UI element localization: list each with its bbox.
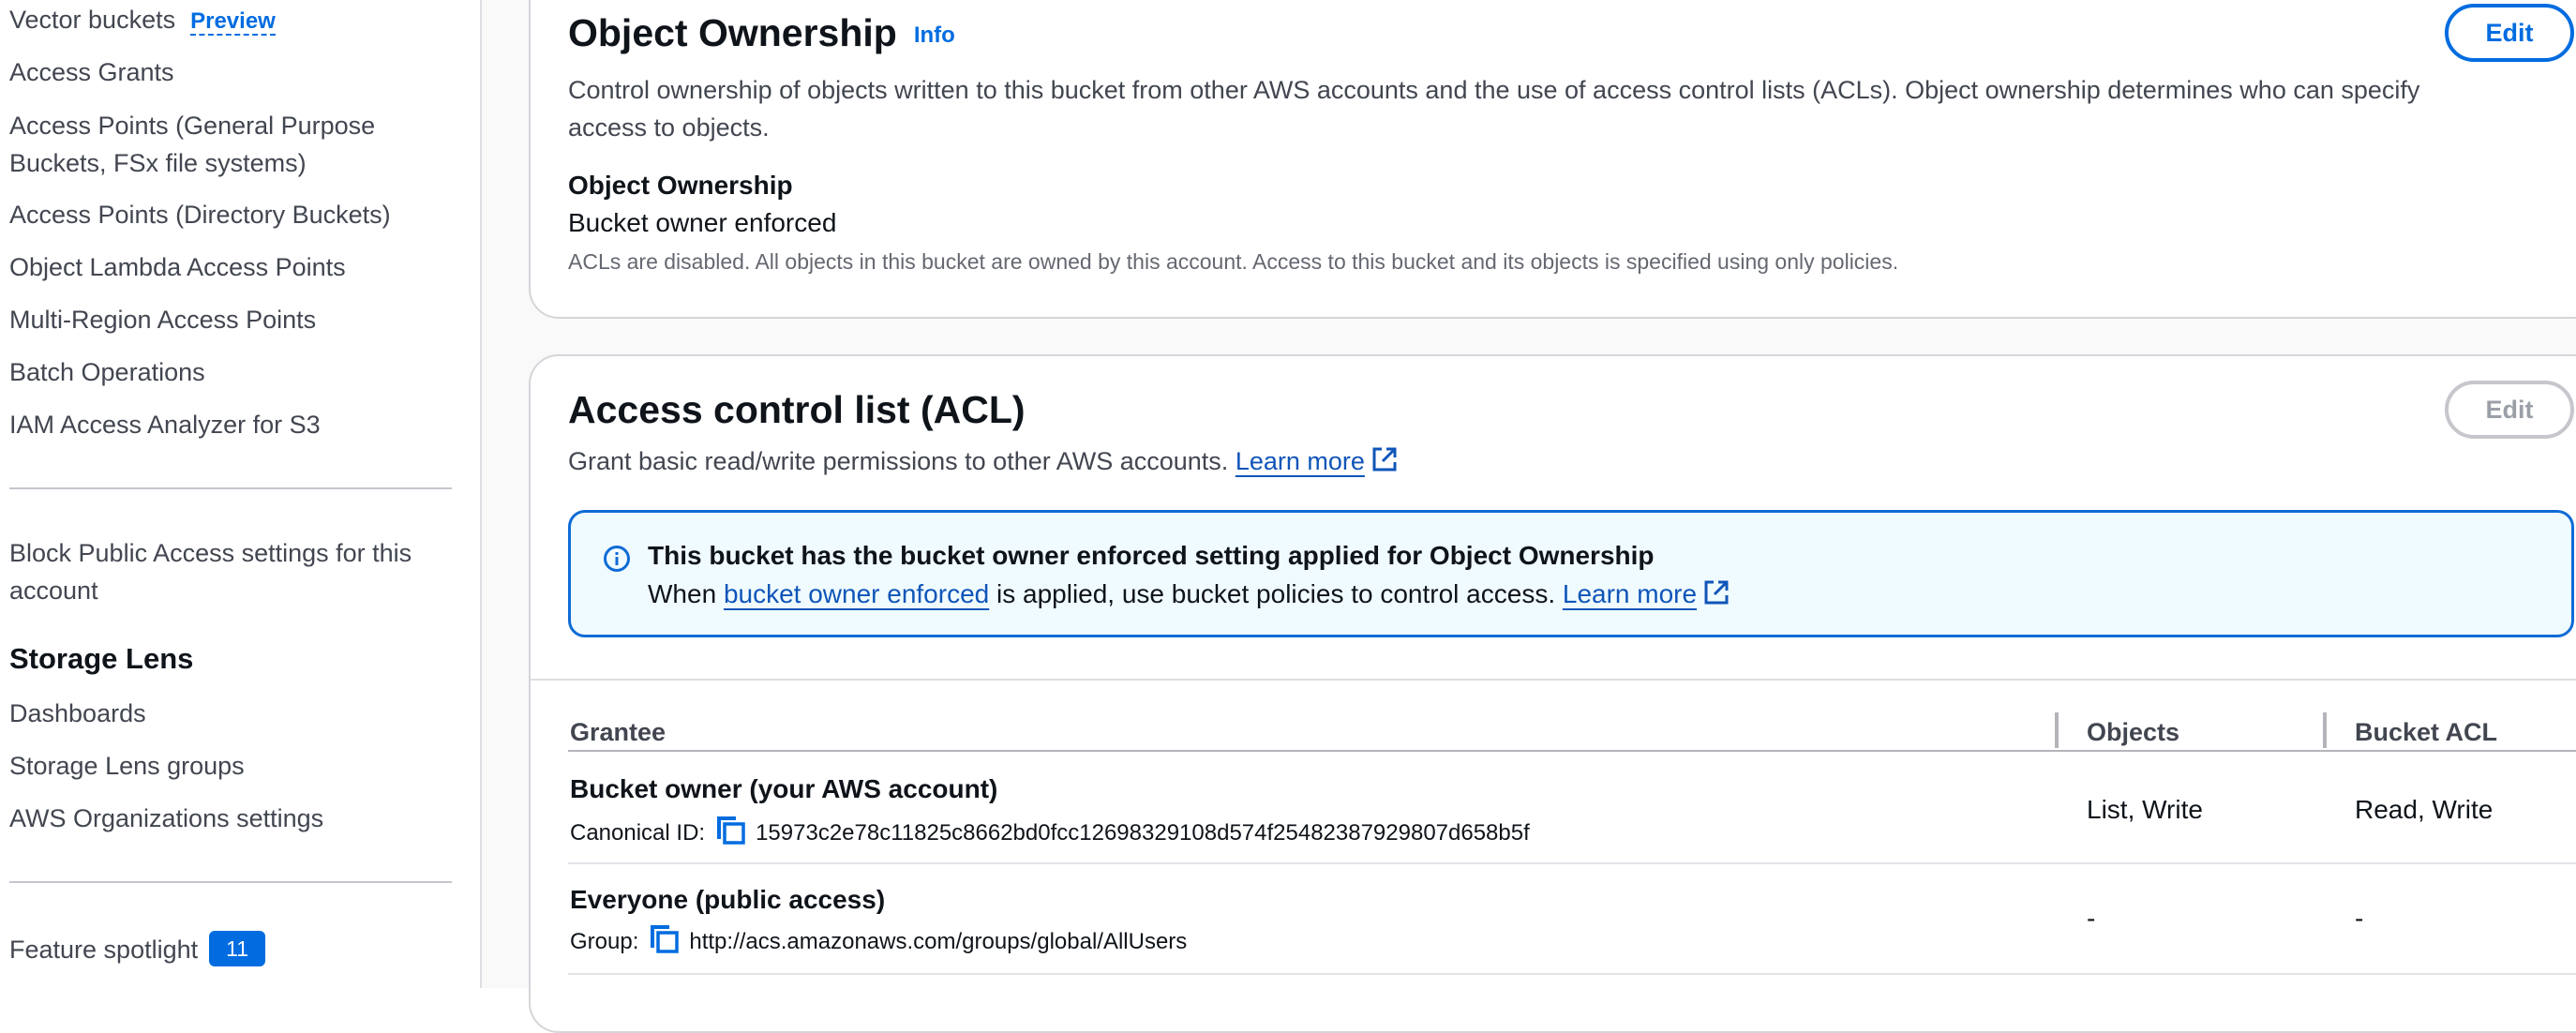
- ownership-field-label: Object Ownership: [568, 171, 793, 200]
- column-resizer[interactable]: [2055, 712, 2059, 748]
- sidebar-item-label: Vector buckets: [9, 6, 176, 34]
- sidebar-item-label: Access Points (General Purpose: [9, 112, 376, 140]
- info-alert: This bucket has the bucket owner enforce…: [568, 510, 2574, 637]
- sidebar-item-dashboards[interactable]: Dashboards: [9, 697, 146, 729]
- sidebar-item-feature-spotlight[interactable]: Feature spotlight 11: [9, 931, 266, 966]
- acl-heading: Access control list (ACL): [568, 388, 1026, 431]
- section-title: Object Ownership: [568, 11, 897, 54]
- sidebar-item-label: Buckets, FSx file systems): [9, 149, 307, 177]
- acl-card: Access control list (ACL) Edit Grant bas…: [529, 354, 2576, 1033]
- external-link-icon: [1702, 578, 1730, 613]
- bucket-acl-permission: Read, Write: [2355, 795, 2494, 824]
- grantee-name: Bucket owner (your AWS account): [570, 774, 998, 803]
- id-label: Canonical ID:: [570, 820, 706, 846]
- copy-icon[interactable]: [714, 814, 746, 852]
- acl-description: Grant basic read/write permissions to ot…: [568, 442, 1399, 484]
- copy-icon[interactable]: [648, 922, 680, 961]
- description-text: Grant basic read/write permissions to ot…: [568, 447, 1229, 475]
- column-resizer[interactable]: [2323, 712, 2327, 748]
- learn-more-link[interactable]: Learn more: [1236, 447, 1365, 475]
- table-header-border: [568, 750, 2576, 752]
- id-value: http://acs.amazonaws.com/groups/global/A…: [689, 929, 1188, 954]
- info-circle-icon: [603, 545, 631, 577]
- object-ownership-heading: Object Ownership Info: [568, 11, 955, 55]
- sidebar-divider: [9, 487, 452, 489]
- sidebar-item-aws-org-settings[interactable]: AWS Organizations settings: [9, 802, 323, 834]
- alert-text: When: [648, 579, 717, 608]
- objects-permission: List, Write: [2087, 795, 2203, 824]
- grantee-name: Everyone (public access): [570, 885, 886, 914]
- notification-count-badge: 11: [209, 931, 266, 966]
- sidebar-item-label: account: [9, 576, 98, 605]
- sidebar-item-storage-lens-groups[interactable]: Storage Lens groups: [9, 750, 245, 782]
- external-link-icon: [1370, 445, 1399, 484]
- sidebar-item-iam-analyzer[interactable]: IAM Access Analyzer for S3: [9, 409, 321, 441]
- sidebar-item-access-grants[interactable]: Access Grants: [9, 56, 174, 88]
- column-header-grantee: Grantee: [570, 718, 666, 746]
- id-label: Group:: [570, 929, 639, 954]
- bucket-acl-permission: -: [2355, 904, 2364, 933]
- sidebar-item-block-public-access[interactable]: Block Public Access settings for this ac…: [9, 534, 412, 609]
- sidebar-item-batch-operations[interactable]: Batch Operations: [9, 356, 205, 388]
- row-divider: [568, 862, 2576, 864]
- ownership-field-value: Bucket owner enforced: [568, 208, 837, 237]
- grantee-id: Canonical ID: 15973c2e78c11825c8662bd0fc…: [570, 814, 1530, 852]
- description-line: Control ownership of objects written to …: [568, 76, 2420, 104]
- acl-edit-button[interactable]: Edit: [2445, 381, 2574, 439]
- column-header-bucket-acl: Bucket ACL: [2355, 718, 2498, 746]
- sidebar-item-object-lambda[interactable]: Object Lambda Access Points: [9, 251, 346, 283]
- sidebar-item-access-points-directory[interactable]: Access Points (Directory Buckets): [9, 199, 391, 231]
- info-link[interactable]: Info: [914, 22, 955, 48]
- objects-permission: -: [2087, 904, 2096, 933]
- sidebar-item-vector-buckets[interactable]: Vector buckets Preview: [9, 4, 276, 37]
- sidebar-item-multi-region[interactable]: Multi-Region Access Points: [9, 304, 316, 336]
- sidebar-divider: [9, 881, 452, 883]
- sidebar-item-access-points-general[interactable]: Access Points (General Purpose Buckets, …: [9, 107, 375, 182]
- ownership-field-note: ACLs are disabled. All objects in this b…: [568, 249, 1899, 274]
- alert-body: When bucket owner enforced is applied, u…: [648, 578, 1730, 613]
- bucket-owner-enforced-link[interactable]: bucket owner enforced: [724, 579, 989, 608]
- main-content: Object Ownership Info Edit Control owners…: [482, 0, 2576, 1033]
- alert-text: is applied, use bucket policies to contr…: [996, 579, 1556, 608]
- sidebar-item-label: Block Public Access settings for this: [9, 539, 412, 567]
- object-ownership-card: Object Ownership Info Edit Control owners…: [529, 0, 2576, 319]
- table-top-border: [531, 679, 2576, 681]
- id-value: 15973c2e78c11825c8662bd0fcc12698329108d5…: [756, 820, 1530, 846]
- ownership-description: Control ownership of objects written to …: [568, 71, 2565, 146]
- alert-learn-more-link[interactable]: Learn more: [1563, 579, 1697, 608]
- preview-badge: Preview: [190, 8, 276, 36]
- sidebar-item-label: Feature spotlight: [9, 936, 199, 964]
- description-line: access to objects.: [568, 113, 770, 142]
- ownership-edit-button[interactable]: Edit: [2445, 4, 2574, 62]
- sidebar-nav: Vector buckets Preview Access Grants Acce…: [0, 0, 482, 988]
- alert-title: This bucket has the bucket owner enforce…: [648, 541, 1655, 570]
- column-header-objects: Objects: [2087, 718, 2180, 746]
- sidebar-section-storage-lens: Storage Lens: [9, 642, 194, 675]
- grantee-id: Group: http://acs.amazonaws.com/groups/g…: [570, 922, 1187, 961]
- row-divider: [568, 973, 2576, 975]
